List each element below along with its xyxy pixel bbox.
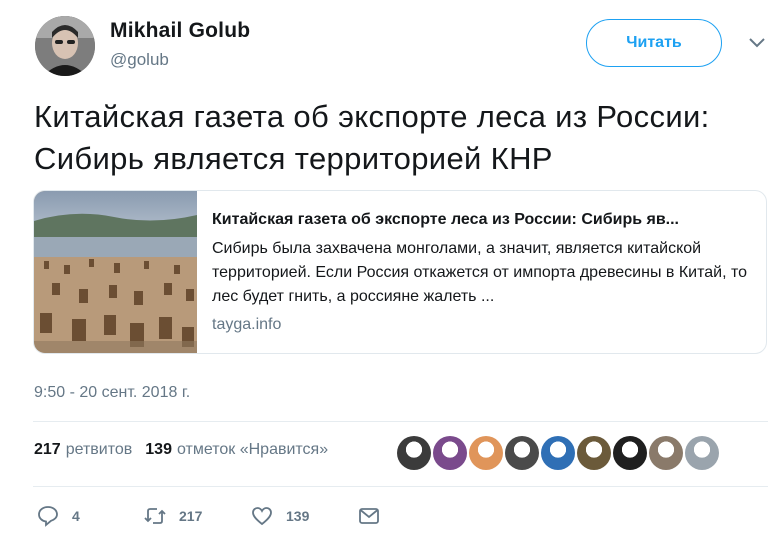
retweets-stat[interactable]: 217 ретвитов	[34, 441, 132, 459]
chevron-down-icon[interactable]	[748, 36, 766, 50]
liker-avatar[interactable]	[577, 436, 611, 470]
card-thumbnail	[34, 191, 197, 353]
likes-label: отметок «Нравится»	[176, 441, 329, 458]
retweet-count: 217	[179, 508, 203, 524]
liker-avatar[interactable]	[613, 436, 647, 470]
likes-stat[interactable]: 139 отметок «Нравится»	[145, 441, 328, 459]
author-avatar[interactable]	[35, 16, 95, 76]
divider	[33, 486, 768, 487]
reply-button[interactable]: 4	[36, 504, 143, 528]
card-domain: tayga.info	[212, 316, 282, 333]
reply-icon	[38, 506, 58, 527]
liker-avatar[interactable]	[685, 436, 719, 470]
likes-count: 139	[145, 441, 172, 458]
author-name[interactable]: Mikhail Golub	[110, 19, 250, 43]
tweet-timestamp[interactable]: 9:50 - 20 сент. 2018 г.	[34, 384, 190, 402]
retweet-icon	[144, 508, 166, 524]
liker-avatar[interactable]	[505, 436, 539, 470]
avatar-image	[35, 16, 95, 76]
divider	[33, 421, 768, 422]
like-button[interactable]: 139	[250, 504, 357, 528]
like-count: 139	[286, 508, 310, 524]
liker-avatar[interactable]	[433, 436, 467, 470]
envelope-icon	[359, 508, 379, 524]
likers-avatars	[397, 436, 721, 470]
liker-avatar[interactable]	[397, 436, 431, 470]
direct-message-button[interactable]	[357, 504, 381, 528]
tweet-stats: 217 ретвитов 139 отметок «Нравится»	[34, 441, 341, 459]
liker-avatar[interactable]	[541, 436, 575, 470]
link-card[interactable]: Китайская газета об экспорте леса из Рос…	[33, 190, 767, 354]
heart-icon	[252, 507, 272, 526]
card-description: Сибирь была захвачена монголами, а значи…	[212, 240, 748, 305]
retweet-button[interactable]: 217	[143, 504, 250, 528]
reply-count: 4	[72, 508, 80, 524]
liker-avatar[interactable]	[469, 436, 503, 470]
follow-button[interactable]: Читать	[586, 19, 722, 67]
retweets-label: ретвитов	[65, 441, 133, 458]
card-title[interactable]: Китайская газета об экспорте леса из Рос…	[212, 209, 762, 231]
tweet-actions: 4 217 139	[36, 504, 381, 528]
author-handle[interactable]: @golub	[110, 50, 169, 70]
tweet-text: Китайская газета об экспорте леса из Рос…	[34, 99, 710, 176]
retweets-count: 217	[34, 441, 61, 458]
liker-avatar[interactable]	[649, 436, 683, 470]
